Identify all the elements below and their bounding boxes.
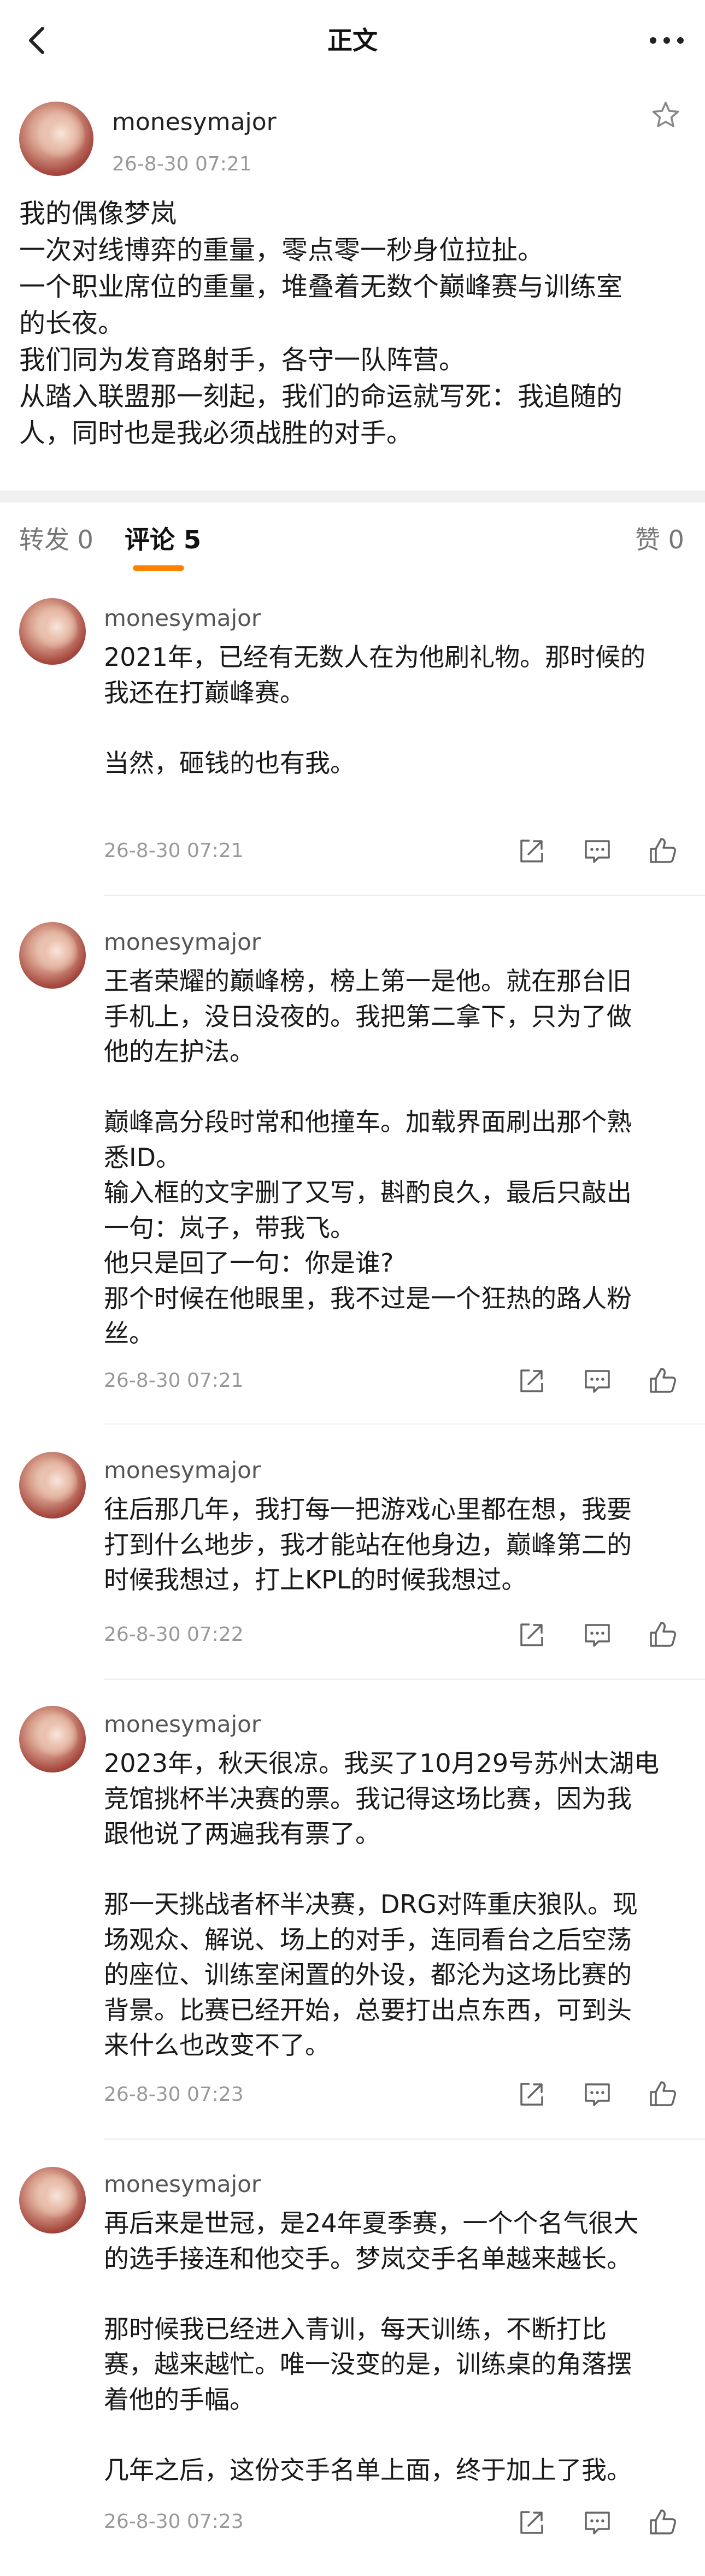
active-tab-indicator	[133, 565, 184, 571]
section-divider	[0, 491, 705, 503]
comment-timestamp: 26-8-30 07:22	[104, 1623, 244, 1646]
comment-timestamp: 26-8-30 07:23	[104, 2510, 244, 2533]
share-icon[interactable]	[516, 2079, 547, 2110]
comment-line: 竞馆挑杯半决赛的票。我记得这场比赛，因为我	[104, 1783, 632, 1813]
comment-line: 他只是回了一句：你是谁?	[104, 1248, 394, 1278]
like-icon[interactable]	[648, 2079, 678, 2110]
comment-line: 几年之后，这份交手名单上面，终于加上了我。	[104, 2455, 632, 2485]
comment-line: 再后来是世冠，是24年夏季赛，一个个名气很大	[104, 2208, 639, 2238]
comment-separator	[104, 1423, 705, 1425]
post-line: 一次对线博弈的重量，零点零一秒身位拉扯。	[19, 235, 544, 265]
comment-line: 着他的手幅。	[104, 2384, 255, 2414]
comment-body: 再后来是世冠，是24年夏季赛，一个个名气很大 的选手接连和他交手。梦岚交手名单越…	[104, 2206, 686, 2488]
post-body: 我的偶像梦岚 一次对线博弈的重量，零点零一秒身位拉扯。 一个职业席位的重量，堆叠…	[19, 196, 691, 452]
post-line: 人，同时也是我必须战胜的对手。	[19, 418, 413, 448]
comment-line: 2021年，已经有无数人在为他刷礼物。那时候的	[104, 642, 646, 672]
comment-timestamp: 26-8-30 07:21	[104, 1369, 244, 1392]
comment-line: 那时候我已经进入青训，每天训练，不断打比	[104, 2314, 607, 2344]
comment-icon[interactable]	[582, 836, 613, 866]
avatar[interactable]	[19, 102, 93, 176]
tab-repost[interactable]: 转发 0	[19, 523, 93, 556]
comment-separator	[104, 895, 705, 896]
tab-likes[interactable]: 赞 0	[635, 523, 684, 556]
comment-line: 我还在打巅峰赛。	[104, 677, 305, 707]
comment-avatar[interactable]	[19, 922, 86, 989]
comment-line: 的选手接连和他交手。梦岚交手名单越来越长。	[104, 2243, 632, 2273]
comment-line	[104, 1070, 686, 1105]
comment-icon[interactable]	[582, 2079, 613, 2110]
comment-username[interactable]: monesymajor	[104, 1456, 261, 1485]
post-timestamp: 26-8-30 07:21	[112, 153, 252, 175]
comment-line: 丝。	[104, 1319, 154, 1348]
comment-line	[104, 2276, 686, 2312]
comment-line: 跟他说了两遍我有票了。	[104, 1819, 380, 1848]
comment-line: 当然，砸钱的也有我。	[104, 748, 355, 778]
comment-username[interactable]: monesymajor	[104, 604, 261, 633]
comment-body: 2021年，已经有无数人在为他刷礼物。那时候的 我还在打巅峰赛。 当然，砸钱的也…	[104, 640, 686, 781]
like-icon[interactable]	[648, 1620, 678, 1650]
comment-line: 的座位、训练室闲置的外设，都沦为这场比赛的	[104, 1960, 632, 1989]
like-icon[interactable]	[648, 1366, 678, 1396]
post-username[interactable]: monesymajor	[112, 107, 277, 138]
comment-body: 往后那几年，我打每一把游戏心里都在想，我要 打到什么地步，我才能站在他身边，巅峰…	[104, 1492, 686, 1598]
comment-separator	[104, 2138, 705, 2140]
comment-line: 打到什么地步，我才能站在他身边，巅峰第二的	[104, 1529, 632, 1559]
tab-comments[interactable]: 评论 5	[125, 523, 201, 556]
comment-line: 巅峰高分段时常和他撞车。加载界面刷出那个熟	[104, 1107, 632, 1137]
like-icon[interactable]	[648, 836, 678, 866]
comment-body: 2023年，秋天很凉。我买了10月29号苏州太湖电 竞馆挑杯半决赛的票。我记得这…	[104, 1746, 686, 2063]
comment-line: 赛，越来越忙。唯一没变的是，训练桌的角落摆	[104, 2349, 632, 2379]
comment-separator	[104, 1679, 705, 1680]
post-line: 从踏入联盟那一刻起，我们的命运就写死：我追随的	[19, 381, 623, 412]
comment-avatar[interactable]	[19, 1452, 86, 1519]
comment-line: 来什么也改变不了。	[104, 2030, 330, 2060]
comment-body: 王者荣耀的巅峰榜，榜上第一是他。就在那台旧 手机上，没日没夜的。我把第二拿下，只…	[104, 964, 686, 1351]
share-icon[interactable]	[516, 1366, 547, 1396]
share-icon[interactable]	[516, 1620, 547, 1650]
post-line: 的长夜。	[19, 308, 125, 339]
comment-line: 背景。比赛已经开始，总要打出点东西，可到头	[104, 1995, 632, 2025]
comment-avatar[interactable]	[19, 1706, 86, 1773]
comment-timestamp: 26-8-30 07:23	[104, 2083, 244, 2106]
comment-icon[interactable]	[582, 1366, 613, 1396]
comment-icon[interactable]	[582, 1620, 613, 1650]
star-icon[interactable]	[650, 100, 681, 131]
comment-line: 2023年，秋天很凉。我买了10月29号苏州太湖电	[104, 1748, 660, 1778]
nav-bar: 正文	[0, 0, 705, 82]
share-icon[interactable]	[516, 836, 547, 866]
comment-line: 那个时候在他眼里，我不过是一个狂热的路人粉	[104, 1283, 632, 1313]
comment-line: 一句：岚子，带我飞。	[104, 1213, 355, 1243]
page-title: 正文	[327, 26, 378, 55]
comment-line: 那一天挑战者杯半决赛，DRG对阵重庆狼队。现	[104, 1889, 638, 1919]
comment-line: 王者荣耀的巅峰榜，榜上第一是他。就在那台旧	[104, 966, 632, 996]
more-icon[interactable]	[648, 34, 686, 47]
comment-line	[104, 1852, 686, 1887]
comment-line	[104, 2417, 686, 2453]
comment-timestamp: 26-8-30 07:21	[104, 840, 244, 862]
comment-line	[104, 710, 686, 746]
comment-line: 手机上，没日没夜的。我把第二拿下，只为了做	[104, 1001, 632, 1031]
comment-username[interactable]: monesymajor	[104, 1710, 261, 1739]
comment-line: 悉ID。	[104, 1142, 181, 1172]
comment-username[interactable]: monesymajor	[104, 2170, 261, 2199]
like-icon[interactable]	[648, 2507, 678, 2538]
comment-avatar[interactable]	[19, 598, 86, 665]
comment-line: 场观众、解说、场上的对手，连同看台之后空荡	[104, 1924, 632, 1954]
post-line: 我们同为发育路射手，各守一队阵营。	[19, 345, 466, 375]
comment-line: 他的左护法。	[104, 1037, 255, 1066]
comment-icon[interactable]	[582, 2507, 613, 2538]
comment-username[interactable]: monesymajor	[104, 927, 261, 957]
comment-line: 输入框的文字删了又写，斟酌良久，最后只敲出	[104, 1178, 632, 1207]
post-line: 一个职业席位的重量，堆叠着无数个巅峰赛与训练室	[19, 271, 623, 302]
post-line: 我的偶像梦岚	[19, 198, 177, 229]
comment-line: 往后那几年，我打每一把游戏心里都在想，我要	[104, 1494, 632, 1524]
share-icon[interactable]	[516, 2507, 547, 2538]
comment-avatar[interactable]	[19, 2167, 86, 2234]
comment-line: 时候我想过，打上KPL的时候我想过。	[104, 1565, 527, 1594]
